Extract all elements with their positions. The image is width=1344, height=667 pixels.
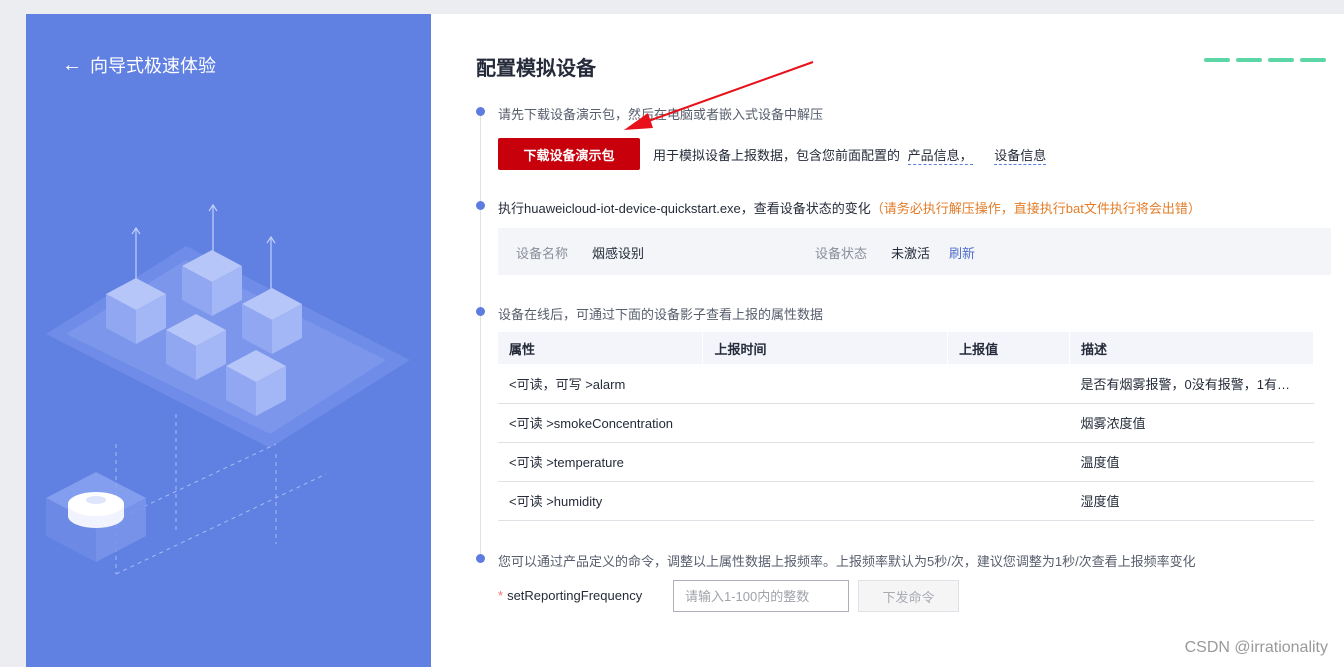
- cell-time: [702, 442, 948, 482]
- watermark: CSDN @irrationality: [1184, 639, 1328, 656]
- frequency-input[interactable]: [673, 580, 849, 612]
- step-progress: [1204, 58, 1326, 62]
- cell-property: <可读 >humidity: [498, 481, 703, 521]
- cell-property: <可读 >smokeConcentration: [498, 403, 703, 443]
- cell-time: [702, 481, 948, 521]
- left-panel: ← 向导式极速体验: [26, 14, 431, 667]
- table-row: <可读 >humidity 湿度值: [498, 481, 1314, 521]
- cell-description: 烟雾浓度值: [1069, 403, 1314, 443]
- download-demo-button[interactable]: 下载设备演示包: [498, 138, 640, 170]
- download-desc-text: 用于模拟设备上报数据，包含您前面配置的: [653, 148, 901, 163]
- device-name-label: 设备名称: [516, 246, 569, 261]
- header-property: 属性: [498, 332, 704, 364]
- cell-value: [947, 442, 1070, 482]
- page-title: 配置模拟设备: [476, 58, 596, 80]
- progress-segment: [1236, 58, 1262, 62]
- device-status-box: 设备名称 烟感设别 设备状态 未激活 刷新: [498, 228, 1331, 275]
- step4-text: 您可以通过产品定义的命令，调整以上属性数据上报频率。上报频率默认为5秒/次，建议…: [498, 554, 1196, 569]
- timeline-line: [480, 112, 481, 560]
- cell-property: <可读 >temperature: [498, 442, 703, 482]
- timeline-dot: [476, 107, 485, 116]
- timeline-dot: [476, 554, 485, 563]
- step3-text: 设备在线后，可通过下面的设备影子查看上报的属性数据: [498, 307, 824, 322]
- table-row: <可读 >smokeConcentration 烟雾浓度值: [498, 403, 1314, 443]
- command-name: setReportingFrequency: [507, 588, 643, 603]
- property-table: 属性 上报时间 上报值 描述 <可读，可写 >alarm 是否有烟雾报警，0没有…: [498, 332, 1314, 521]
- device-state-label: 设备状态: [815, 246, 868, 261]
- command-label: * setReportingFrequency: [498, 588, 642, 603]
- main-panel: 配置模拟设备 请先下载设备演示包，然后在电脑或者嵌入式设备中解压 下载设备演示包…: [431, 14, 1344, 667]
- required-mark: *: [498, 588, 504, 603]
- cell-time: [702, 403, 948, 443]
- step1-text: 请先下载设备演示包，然后在电脑或者嵌入式设备中解压: [498, 107, 824, 122]
- cell-value: [947, 481, 1070, 521]
- header-report-time: 上报时间: [702, 332, 949, 364]
- cell-value: [947, 403, 1070, 443]
- table-row: <可读，可写 >alarm 是否有烟雾报警，0没有报警，1有…: [498, 364, 1314, 404]
- cell-time: [702, 364, 948, 404]
- table-row: <可读 >temperature 温度值: [498, 442, 1314, 482]
- device-info-link[interactable]: 设备信息: [994, 148, 1047, 165]
- cell-property: <可读，可写 >alarm: [498, 364, 703, 404]
- timeline-dot: [476, 201, 485, 210]
- device-state-value: 未激活: [891, 246, 931, 261]
- timeline-dot: [476, 307, 485, 316]
- cell-description: 温度值: [1069, 442, 1314, 482]
- cell-description: 湿度值: [1069, 481, 1314, 521]
- refresh-link[interactable]: 刷新: [949, 243, 975, 262]
- header-report-value: 上报值: [947, 332, 1070, 364]
- step2-warning: （请务必执行解压操作，直接执行bat文件执行将会出错）: [870, 201, 1201, 216]
- progress-segment: [1204, 58, 1230, 62]
- send-command-button[interactable]: 下发命令: [858, 580, 959, 612]
- step2-text: 执行huaweicloud-iot-device-quickstart.exe，…: [498, 198, 1201, 217]
- iot-illustration: [46, 203, 410, 575]
- cell-value: [947, 364, 1070, 404]
- progress-segment: [1268, 58, 1294, 62]
- progress-segment: [1300, 58, 1326, 62]
- cell-description: 是否有烟雾报警，0没有报警，1有…: [1069, 364, 1314, 404]
- step2-main: 执行huaweicloud-iot-device-quickstart.exe，…: [498, 201, 871, 216]
- product-info-link[interactable]: 产品信息，: [907, 148, 973, 165]
- header-description: 描述: [1069, 332, 1314, 364]
- device-name-value: 烟感设别: [592, 246, 645, 261]
- download-description: 用于模拟设备上报数据，包含您前面配置的 产品信息， 设备信息: [653, 145, 1047, 165]
- table-header-row: 属性 上报时间 上报值 描述: [498, 332, 1314, 364]
